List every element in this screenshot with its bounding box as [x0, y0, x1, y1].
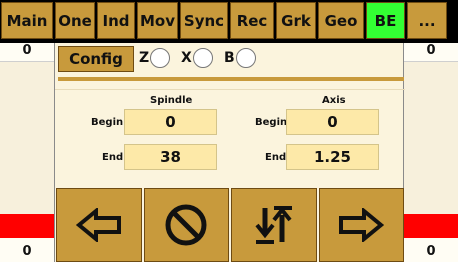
tab-sync[interactable]: Sync — [180, 2, 228, 39]
sort-arrows-icon — [255, 206, 292, 244]
tab-one[interactable]: One — [55, 2, 95, 39]
axis-select-z[interactable]: Z — [139, 48, 171, 68]
back-button[interactable] — [56, 188, 142, 262]
prohibited-icon — [165, 204, 207, 246]
spindle-begin-label: Begin — [91, 117, 124, 128]
cancel-button[interactable] — [143, 188, 229, 262]
arrow-left-icon — [75, 208, 121, 242]
arrow-right-icon — [339, 208, 385, 242]
axis-end-field[interactable]: 1.25 — [286, 144, 379, 170]
axis-select-x[interactable]: X — [181, 48, 213, 68]
tab-ind[interactable]: Ind — [97, 2, 135, 39]
header-separator — [58, 77, 404, 81]
tab-mov[interactable]: Mov — [137, 2, 178, 39]
left-side-column: 0 0 — [0, 43, 54, 262]
axis-b-radio[interactable] — [235, 48, 256, 68]
axis-begin-label: Begin — [255, 117, 288, 128]
right-alert-bar — [404, 214, 458, 238]
tab-grk[interactable]: Grk — [276, 2, 316, 39]
spindle-end-field[interactable]: 38 — [124, 144, 217, 170]
right-bottom-value: 0 — [404, 238, 458, 262]
backlash-panel: Config Z X B Spindle Begin 0 End 38 Axis… — [54, 43, 405, 262]
left-bottom-value: 0 — [0, 238, 54, 262]
spindle-begin-field[interactable]: 0 — [124, 109, 217, 135]
right-side-column: 0 0 — [404, 43, 458, 262]
axis-begin-field[interactable]: 0 — [286, 109, 379, 135]
sub-separator — [55, 89, 405, 90]
axis-x-radio[interactable] — [192, 48, 213, 68]
tab-bar: Main One Ind Mov Sync Rec Grk Geo BE ... — [0, 0, 458, 43]
tab-geo[interactable]: Geo — [318, 2, 364, 39]
action-bar — [55, 188, 405, 262]
tab-be[interactable]: BE — [366, 2, 405, 39]
axis-select-b[interactable]: B — [224, 48, 256, 68]
axis-b-label: B — [224, 50, 235, 66]
tab-more[interactable]: ... — [407, 2, 447, 39]
axis-end-label: End — [265, 152, 287, 163]
axis-title: Axis — [322, 95, 346, 106]
left-top-value: 0 — [0, 43, 54, 62]
forward-button[interactable] — [318, 188, 404, 262]
right-top-value: 0 — [404, 43, 458, 62]
axis-z-radio[interactable] — [150, 48, 171, 68]
spindle-end-label: End — [102, 152, 124, 163]
left-alert-bar — [0, 214, 54, 238]
tab-main[interactable]: Main — [1, 2, 53, 39]
sort-button[interactable] — [231, 188, 317, 262]
spindle-title: Spindle — [150, 95, 193, 106]
tab-rec[interactable]: Rec — [230, 2, 274, 39]
axis-z-label: Z — [139, 50, 150, 66]
axis-x-label: X — [181, 50, 192, 66]
config-button[interactable]: Config — [58, 46, 134, 72]
